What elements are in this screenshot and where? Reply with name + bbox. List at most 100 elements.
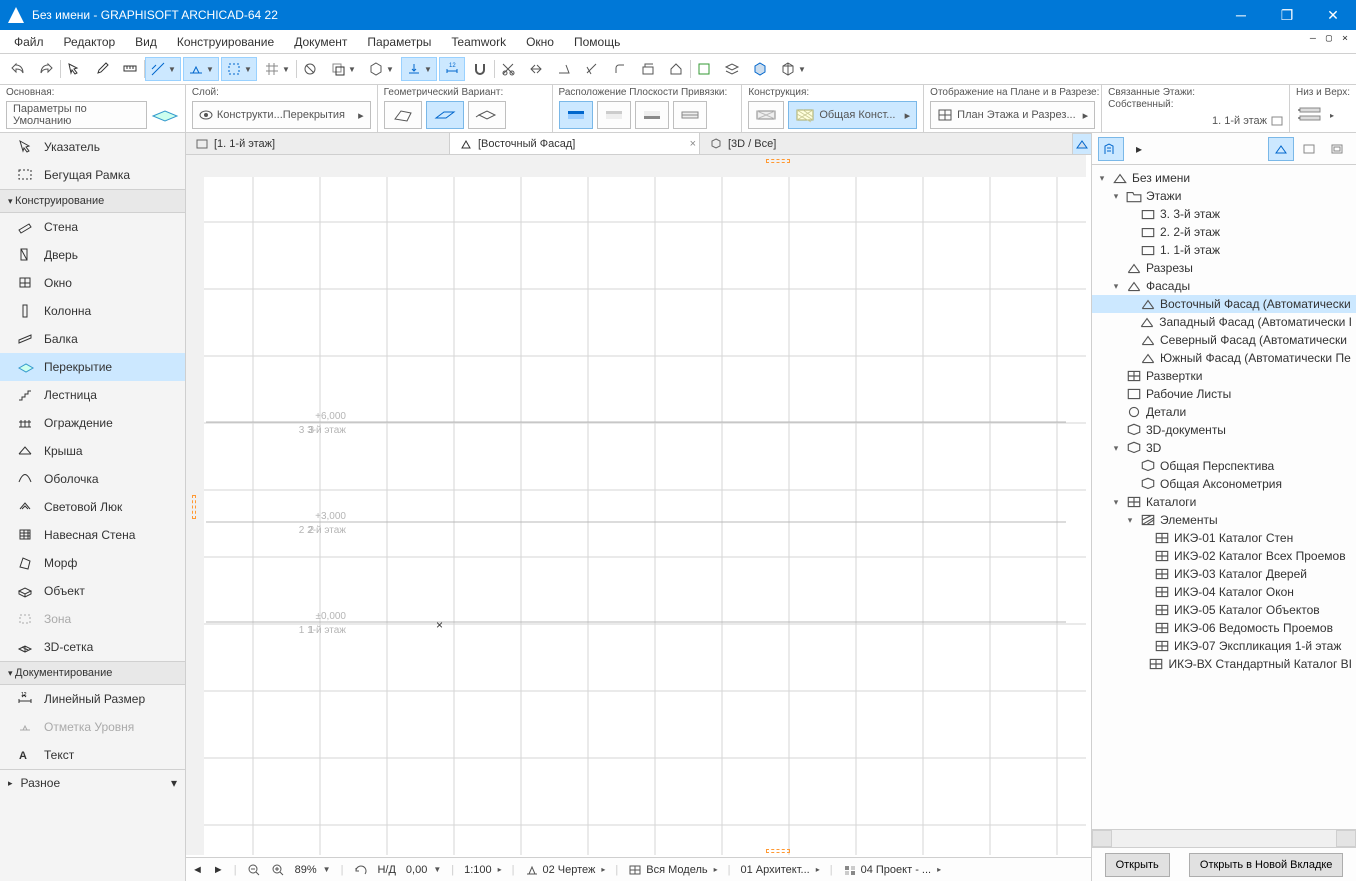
- tool-оболочка[interactable]: Оболочка: [0, 465, 185, 493]
- intersect-icon[interactable]: [579, 57, 605, 81]
- 3dwindow-icon[interactable]: ▼: [775, 57, 811, 81]
- resize-icon[interactable]: [635, 57, 661, 81]
- suspend-icon[interactable]: [297, 57, 323, 81]
- tool-3d-сетка[interactable]: 3D-сетка: [0, 633, 185, 661]
- guideline-icon[interactable]: ▼: [145, 57, 181, 81]
- redo-icon[interactable]: [33, 57, 59, 81]
- tool-крыша[interactable]: Крыша: [0, 437, 185, 465]
- nav-item[interactable]: ▾Элементы: [1092, 511, 1356, 529]
- nav-item[interactable]: Развертки: [1092, 367, 1356, 385]
- menu-design[interactable]: Конструирование: [167, 32, 284, 52]
- tool-ограждение[interactable]: Ограждение: [0, 409, 185, 437]
- tool-отметка-уровня[interactable]: Отметка Уровня: [0, 713, 185, 741]
- navset-map-icon[interactable]: [1268, 137, 1294, 161]
- nav-item[interactable]: 1. 1-й этаж: [1092, 241, 1356, 259]
- trim-icon[interactable]: [495, 57, 521, 81]
- navset-layout-icon[interactable]: [1324, 137, 1350, 161]
- nav-item[interactable]: ИКЭ-04 Каталог Окон: [1092, 583, 1356, 601]
- layer-icon[interactable]: [719, 57, 745, 81]
- tool-текст[interactable]: AТекст: [0, 741, 185, 769]
- grid-snap-icon[interactable]: ▼: [259, 57, 295, 81]
- edit-sel-icon[interactable]: [691, 57, 717, 81]
- tool-дверь[interactable]: Дверь: [0, 241, 185, 269]
- split-icon[interactable]: [523, 57, 549, 81]
- nav-item[interactable]: ИКЭ-07 Экспликация 1-й этаж: [1092, 637, 1356, 655]
- dim-icon[interactable]: 12: [439, 57, 465, 81]
- tool-линейный-размер[interactable]: 12Линейный Размер: [0, 685, 185, 713]
- tool-marquee[interactable]: Бегущая Рамка: [0, 161, 185, 189]
- close-button[interactable]: ✕: [1310, 0, 1356, 30]
- nav-item[interactable]: Детали: [1092, 403, 1356, 421]
- construction-chooser[interactable]: Общая Конст...▸: [788, 101, 917, 129]
- snap-guide-icon[interactable]: ▼: [221, 57, 257, 81]
- menu-file[interactable]: Файл: [4, 32, 54, 52]
- tab-3d[interactable]: [3D / Все]: [700, 133, 1091, 154]
- plane-top-icon[interactable]: [559, 101, 593, 129]
- menu-teamwork[interactable]: Teamwork: [441, 32, 516, 52]
- navigator-tree[interactable]: ▾Без имени▾Этажи3. 3-й этаж2. 2-й этаж1.…: [1092, 165, 1356, 829]
- nav-item[interactable]: Общая Аксонометрия: [1092, 475, 1356, 493]
- toolgroup-document[interactable]: Документирование: [0, 661, 185, 685]
- tool-световой-люк[interactable]: Световой Люк: [0, 493, 185, 521]
- menu-document[interactable]: Документ: [284, 32, 357, 52]
- fillet-icon[interactable]: [607, 57, 633, 81]
- nav-item[interactable]: Разрезы: [1092, 259, 1356, 277]
- pick-icon[interactable]: [61, 57, 87, 81]
- ruler-icon[interactable]: [117, 57, 143, 81]
- zoom-value[interactable]: 89% ▼: [295, 864, 331, 876]
- undo-icon[interactable]: [5, 57, 31, 81]
- nav-item[interactable]: ИКЭ-05 Каталог Объектов: [1092, 601, 1356, 619]
- tool-стена[interactable]: Стена: [0, 213, 185, 241]
- rotate-icon[interactable]: [353, 863, 367, 877]
- nav-item[interactable]: Западный Фасад (Автоматически I: [1092, 313, 1356, 331]
- scale-value[interactable]: 1:100 ▸: [464, 864, 502, 876]
- tool-окно[interactable]: Окно: [0, 269, 185, 297]
- menu-options[interactable]: Параметры: [357, 32, 441, 52]
- tool-лестница[interactable]: Лестница: [0, 381, 185, 409]
- zoom-in-icon[interactable]: [271, 863, 285, 877]
- show3d-icon[interactable]: [747, 57, 773, 81]
- angle-value[interactable]: 0,00 ▼: [406, 864, 441, 876]
- nav-item[interactable]: Южный Фасад (Автоматически Пе: [1092, 349, 1356, 367]
- nd-value[interactable]: Н/Д: [377, 864, 395, 876]
- canvas[interactable]: +6,0003 3-й этаж3+3,0002 2-й этаж2±0,000…: [186, 155, 1091, 857]
- tool-зона[interactable]: Зона: [0, 605, 185, 633]
- nav-item[interactable]: Восточный Фасад (Автоматически: [1092, 295, 1356, 313]
- tool-морф[interactable]: Морф: [0, 549, 185, 577]
- tool-колонна[interactable]: Колонна: [0, 297, 185, 325]
- magnet-icon[interactable]: [467, 57, 493, 81]
- 3daxo-icon[interactable]: ▼: [363, 57, 399, 81]
- layercomb-chooser[interactable]: 01 Архитект... ▸: [741, 864, 820, 876]
- menu-view[interactable]: Вид: [125, 32, 167, 52]
- nav-item[interactable]: ИКЭ-03 Каталог Дверей: [1092, 565, 1356, 583]
- tool-pointer[interactable]: Указатель: [0, 133, 185, 161]
- navset-view-icon[interactable]: [1296, 137, 1322, 161]
- nav-item[interactable]: ▾Каталоги: [1092, 493, 1356, 511]
- nav-prev-icon[interactable]: ◄: [192, 864, 203, 876]
- nav-item[interactable]: Рабочие Листы: [1092, 385, 1356, 403]
- trace-icon[interactable]: ▼: [325, 57, 361, 81]
- constr-basic-icon[interactable]: [748, 101, 784, 129]
- nav-item[interactable]: ▾Без имени: [1092, 169, 1356, 187]
- geom-rect-icon[interactable]: [426, 101, 464, 129]
- nav-item[interactable]: ▾3D: [1092, 439, 1356, 457]
- snap-point-icon[interactable]: ▼: [183, 57, 219, 81]
- geom-rotrect-icon[interactable]: [468, 101, 506, 129]
- plane-bottom-icon[interactable]: [635, 101, 669, 129]
- nav-item[interactable]: 2. 2-й этаж: [1092, 223, 1356, 241]
- nav-item[interactable]: ИКЭ-06 Ведомость Проемов: [1092, 619, 1356, 637]
- quick-options-toggle[interactable]: [1072, 133, 1092, 155]
- menu-window[interactable]: Окно: [516, 32, 564, 52]
- nav-next-icon[interactable]: ►: [213, 864, 224, 876]
- eyedropper-icon[interactable]: [89, 57, 115, 81]
- tool-балка[interactable]: Балка: [0, 325, 185, 353]
- home-story-value[interactable]: 1. 1-й этаж: [1212, 115, 1267, 127]
- nav-mode-next-icon[interactable]: ▸: [1126, 137, 1152, 161]
- tool-навесная-стена[interactable]: Навесная Стена: [0, 521, 185, 549]
- plane-core-icon[interactable]: [597, 101, 631, 129]
- nav-item[interactable]: 3D-документы: [1092, 421, 1356, 439]
- menu-edit[interactable]: Редактор: [54, 32, 126, 52]
- tool-объект[interactable]: Объект: [0, 577, 185, 605]
- nav-open-button[interactable]: Открыть: [1105, 853, 1170, 877]
- nav-h-scrollbar[interactable]: [1092, 829, 1356, 847]
